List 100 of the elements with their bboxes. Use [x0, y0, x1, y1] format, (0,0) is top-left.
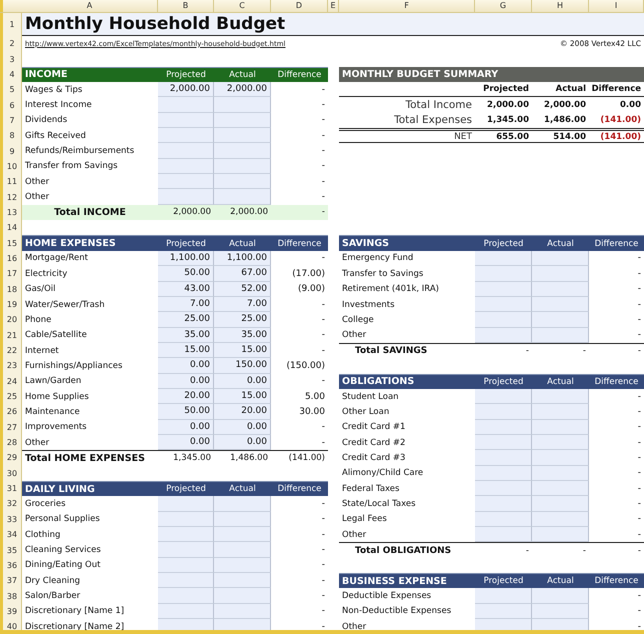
- input-cell[interactable]: [158, 588, 214, 604]
- input-cell[interactable]: 50.00: [158, 266, 214, 282]
- input-cell[interactable]: 7.00: [158, 296, 214, 312]
- input-cell[interactable]: [532, 496, 589, 512]
- input-cell[interactable]: [532, 250, 589, 266]
- input-cell[interactable]: [475, 450, 532, 466]
- input-cell[interactable]: [214, 558, 271, 574]
- input-cell[interactable]: [475, 328, 532, 343]
- row-number[interactable]: 37: [0, 573, 22, 588]
- row-number[interactable]: 27: [0, 420, 22, 435]
- input-cell[interactable]: 25.00: [214, 312, 271, 328]
- input-cell[interactable]: [532, 450, 589, 466]
- input-cell[interactable]: [475, 404, 532, 420]
- input-cell[interactable]: [158, 189, 214, 205]
- row-number[interactable]: 8: [0, 128, 22, 144]
- input-cell[interactable]: 43.00: [158, 282, 214, 297]
- input-cell[interactable]: [532, 404, 589, 420]
- column-letter[interactable]: A: [22, 0, 158, 12]
- row-number[interactable]: 22: [0, 342, 22, 358]
- row-number[interactable]: 7: [0, 112, 22, 128]
- row-number[interactable]: 4: [0, 66, 22, 82]
- input-cell[interactable]: 20.00: [214, 404, 271, 420]
- row-number[interactable]: 36: [0, 558, 22, 574]
- input-cell[interactable]: [475, 588, 532, 604]
- row-number[interactable]: 26: [0, 404, 22, 420]
- input-cell[interactable]: 1,100.00: [158, 250, 214, 266]
- input-cell[interactable]: [214, 143, 271, 159]
- row-number[interactable]: 24: [0, 374, 22, 389]
- row-number[interactable]: 21: [0, 328, 22, 343]
- input-cell[interactable]: [158, 573, 214, 588]
- input-cell[interactable]: [532, 282, 589, 297]
- input-cell[interactable]: 20.00: [158, 388, 214, 404]
- input-cell[interactable]: [158, 158, 214, 174]
- row-number[interactable]: 11: [0, 174, 22, 190]
- input-cell[interactable]: 25.00: [158, 312, 214, 328]
- input-cell[interactable]: 0.00: [158, 420, 214, 435]
- column-letter[interactable]: H: [532, 0, 589, 12]
- column-letter[interactable]: C: [214, 0, 271, 12]
- input-cell[interactable]: [532, 512, 589, 527]
- input-cell[interactable]: [158, 112, 214, 128]
- input-cell[interactable]: 15.00: [214, 342, 271, 358]
- input-cell[interactable]: [214, 604, 271, 620]
- row-number[interactable]: 13: [0, 204, 22, 220]
- input-cell[interactable]: [214, 496, 271, 512]
- input-cell[interactable]: [214, 97, 271, 113]
- input-cell[interactable]: [158, 512, 214, 527]
- input-cell[interactable]: [532, 604, 589, 620]
- input-cell[interactable]: [475, 619, 532, 630]
- row-number[interactable]: 14: [0, 220, 22, 236]
- input-cell[interactable]: 7.00: [214, 296, 271, 312]
- row-number[interactable]: 23: [0, 358, 22, 374]
- row-number[interactable]: 15: [0, 235, 22, 251]
- input-cell[interactable]: 15.00: [158, 342, 214, 358]
- input-cell[interactable]: [475, 434, 532, 450]
- input-cell[interactable]: [158, 143, 214, 159]
- input-cell[interactable]: [214, 189, 271, 205]
- input-cell[interactable]: [158, 558, 214, 574]
- input-cell[interactable]: [475, 266, 532, 282]
- input-cell[interactable]: [475, 496, 532, 512]
- input-cell[interactable]: 35.00: [214, 328, 271, 343]
- input-cell[interactable]: [214, 527, 271, 542]
- row-number[interactable]: 19: [0, 296, 22, 312]
- input-cell[interactable]: [158, 128, 214, 144]
- input-cell[interactable]: [532, 480, 589, 496]
- input-cell[interactable]: 0.00: [158, 434, 214, 450]
- input-cell[interactable]: 35.00: [158, 328, 214, 343]
- column-letter[interactable]: E: [328, 0, 339, 12]
- row-number[interactable]: 1: [0, 13, 22, 36]
- input-cell[interactable]: [475, 296, 532, 312]
- input-cell[interactable]: [532, 466, 589, 481]
- column-letter[interactable]: G: [475, 0, 532, 12]
- input-cell[interactable]: 0.00: [214, 374, 271, 389]
- row-number[interactable]: 29: [0, 450, 22, 466]
- input-cell[interactable]: 52.00: [214, 282, 271, 297]
- input-cell[interactable]: [214, 619, 271, 630]
- row-number[interactable]: 6: [0, 97, 22, 113]
- row-number[interactable]: 12: [0, 189, 22, 205]
- input-cell[interactable]: [475, 466, 532, 481]
- input-cell[interactable]: 0.00: [158, 374, 214, 389]
- column-letter[interactable]: D: [271, 0, 328, 12]
- row-number[interactable]: 35: [0, 542, 22, 558]
- input-cell[interactable]: [532, 296, 589, 312]
- input-cell[interactable]: [532, 388, 589, 404]
- column-letter[interactable]: I: [589, 0, 644, 12]
- input-cell[interactable]: [532, 312, 589, 328]
- input-cell[interactable]: 0.00: [214, 434, 271, 450]
- input-cell[interactable]: 150.00: [214, 358, 271, 374]
- input-cell[interactable]: [532, 434, 589, 450]
- column-letter[interactable]: F: [339, 0, 475, 12]
- row-number[interactable]: 20: [0, 312, 22, 328]
- input-cell[interactable]: [532, 420, 589, 435]
- row-number[interactable]: 17: [0, 266, 22, 282]
- row-number[interactable]: 2: [0, 36, 22, 52]
- input-cell[interactable]: [214, 158, 271, 174]
- input-cell[interactable]: [475, 604, 532, 620]
- input-cell[interactable]: 1,100.00: [214, 250, 271, 266]
- input-cell[interactable]: [475, 527, 532, 542]
- input-cell[interactable]: [475, 250, 532, 266]
- input-cell[interactable]: [214, 588, 271, 604]
- input-cell[interactable]: [214, 542, 271, 558]
